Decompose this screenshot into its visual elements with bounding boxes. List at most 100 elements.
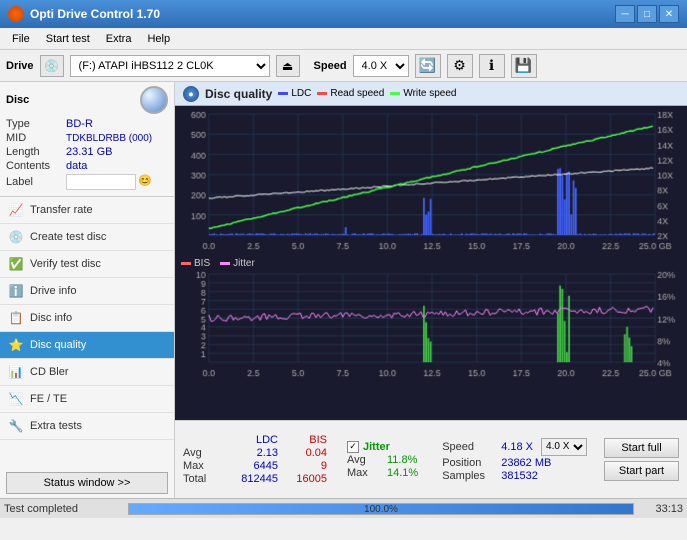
nav-label-transfer-rate: Transfer rate — [30, 204, 93, 216]
save-button[interactable]: 💾 — [511, 54, 537, 78]
disc-section-title: Disc — [6, 94, 29, 106]
disc-label-label: Label — [6, 176, 66, 188]
stats-table: LDC BIS Avg 2.13 0.04 Max 6445 9 Total 8… — [183, 434, 327, 485]
sidebar-item-drive-info[interactable]: ℹ️ Drive info — [0, 278, 174, 305]
speed-select[interactable]: 4.0 X — [541, 438, 587, 456]
nav-label-fe-te: FE / TE — [30, 393, 67, 405]
nav-label-create-test-disc: Create test disc — [30, 231, 106, 243]
nav-label-verify-test-disc: Verify test disc — [30, 258, 101, 270]
disc-length-label: Length — [6, 146, 66, 158]
legend-ldc-dot — [278, 92, 288, 95]
disc-length-value: 23.31 GB — [66, 146, 112, 158]
legend-read-speed-label: Read speed — [330, 88, 384, 99]
sidebar-item-fe-te[interactable]: 📉 FE / TE — [0, 386, 174, 413]
stats-total-ldc: 812445 — [223, 473, 278, 485]
create-test-disc-icon: 💿 — [8, 229, 24, 245]
menu-start-test[interactable]: Start test — [38, 31, 98, 47]
info-button[interactable]: ℹ — [479, 54, 505, 78]
sidebar-item-transfer-rate[interactable]: 📈 Transfer rate — [0, 197, 174, 224]
disc-type-value: BD-R — [66, 118, 93, 130]
bottom-status-bar: Test completed 100.0% 33:13 — [0, 498, 687, 518]
minimize-button[interactable]: ─ — [615, 5, 635, 23]
sidebar-item-extra-tests[interactable]: 🔧 Extra tests — [0, 413, 174, 440]
sidebar-item-disc-quality[interactable]: ⭐ Disc quality — [0, 332, 174, 359]
start-part-button[interactable]: Start part — [604, 461, 679, 481]
verify-test-disc-icon: ✅ — [8, 256, 24, 272]
test-status-text: Test completed — [4, 503, 124, 515]
nav-label-disc-quality: Disc quality — [30, 339, 86, 351]
sidebar-item-create-test-disc[interactable]: 💿 Create test disc — [0, 224, 174, 251]
stats-col-bis-header: BIS — [282, 434, 327, 446]
disc-label-icon[interactable]: 😊 — [138, 174, 154, 190]
legend-jitter-dot — [220, 262, 230, 265]
disc-info-icon: 📋 — [8, 310, 24, 326]
refresh-button[interactable]: 🔄 — [415, 54, 441, 78]
elapsed-time: 33:13 — [638, 503, 683, 515]
fe-te-icon: 📉 — [8, 391, 24, 407]
maximize-button[interactable]: □ — [637, 5, 657, 23]
nav-label-extra-tests: Extra tests — [30, 420, 82, 432]
stats-total-label: Total — [183, 473, 219, 485]
stats-avg-ldc: 2.13 — [223, 447, 278, 459]
main-layout: Disc Type BD-R MID TDKBLDRBB (000) Lengt… — [0, 82, 687, 498]
progress-label: 100.0% — [129, 504, 633, 516]
disc-mid-value: TDKBLDRBB (000) — [66, 133, 152, 144]
stats-avg-bis: 0.04 — [282, 447, 327, 459]
transfer-rate-icon: 📈 — [8, 202, 24, 218]
menu-file[interactable]: File — [4, 31, 38, 47]
disc-graphic — [140, 86, 168, 114]
speed-section: Speed 4.18 X 4.0 X Position 23862 MB Sam… — [442, 438, 587, 482]
drive-select[interactable]: (F:) ATAPI iHBS112 2 CL0K — [70, 55, 270, 77]
disc-quality-header: ● Disc quality LDC Read speed Write spee… — [175, 82, 687, 106]
app-title: Opti Drive Control 1.70 — [30, 7, 160, 21]
disc-label-input[interactable] — [66, 174, 136, 190]
drive-eject-button[interactable]: ⏏ — [276, 55, 300, 77]
extra-tests-icon: 🔧 — [8, 418, 24, 434]
jitter-avg-val: 11.8% — [387, 454, 417, 466]
cd-bler-icon: 📊 — [8, 364, 24, 380]
legend-read-speed: Read speed — [317, 88, 384, 99]
samples-label: Samples — [442, 470, 497, 482]
drive-speed-select[interactable]: 4.0 X 1.0 X 2.0 X 8.0 X Max — [353, 55, 409, 77]
nav-label-disc-info: Disc info — [30, 312, 72, 324]
settings-button[interactable]: ⚙ — [447, 54, 473, 78]
menu-help[interactable]: Help — [139, 31, 178, 47]
sidebar-item-verify-test-disc[interactable]: ✅ Verify test disc — [0, 251, 174, 278]
disc-info-panel: Disc Type BD-R MID TDKBLDRBB (000) Lengt… — [0, 82, 174, 197]
close-button[interactable]: ✕ — [659, 5, 679, 23]
legend-read-speed-dot — [317, 92, 327, 95]
sidebar-item-disc-info[interactable]: 📋 Disc info — [0, 305, 174, 332]
legend-jitter-label: Jitter — [233, 258, 255, 269]
jitter-max-label: Max — [347, 467, 383, 479]
sidebar-item-cd-bler[interactable]: 📊 CD Bler — [0, 359, 174, 386]
drive-bar: Drive 💿 (F:) ATAPI iHBS112 2 CL0K ⏏ Spee… — [0, 50, 687, 82]
sidebar: Disc Type BD-R MID TDKBLDRBB (000) Lengt… — [0, 82, 175, 498]
jitter-avg-label: Avg — [347, 454, 383, 466]
legend-bis-dot — [181, 262, 191, 265]
progress-bar-container: 100.0% — [128, 503, 634, 515]
disc-quality-title: Disc quality — [205, 87, 272, 101]
menu-extra[interactable]: Extra — [98, 31, 140, 47]
disc-type-label: Type — [6, 118, 66, 130]
status-window-button[interactable]: Status window >> — [6, 472, 168, 494]
speed-label: Speed — [314, 60, 347, 72]
stats-total-bis: 16005 — [282, 473, 327, 485]
speed-label-key: Speed — [442, 441, 497, 453]
stats-col-ldc-header: LDC — [223, 434, 278, 446]
disc-contents-label: Contents — [6, 160, 66, 172]
position-label: Position — [442, 457, 497, 469]
samples-val: 381532 — [501, 470, 538, 482]
disc-contents-value: data — [66, 160, 87, 172]
jitter-section: ✓ Jitter Avg 11.8% Max 14.1% — [347, 441, 418, 479]
disc-mid-label: MID — [6, 132, 66, 144]
start-full-button[interactable]: Start full — [604, 438, 679, 458]
disc-quality-icon: ⭐ — [8, 337, 24, 353]
action-buttons: Start full Start part — [604, 438, 679, 481]
bis-chart — [177, 270, 685, 384]
app-icon — [8, 6, 24, 22]
jitter-checkbox[interactable]: ✓ — [347, 441, 359, 453]
nav-label-cd-bler: CD Bler — [30, 366, 69, 378]
speed-val: 4.18 X — [501, 441, 533, 453]
ldc-chart — [177, 108, 685, 257]
stats-avg-label: Avg — [183, 447, 219, 459]
